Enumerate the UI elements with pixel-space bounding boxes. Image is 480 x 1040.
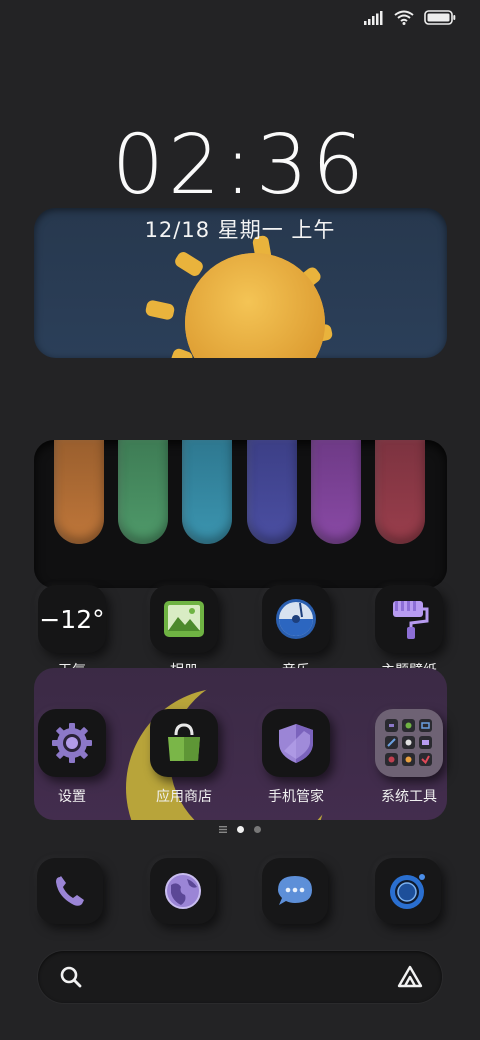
dock-phone[interactable] (37, 858, 103, 924)
app-store[interactable] (150, 709, 218, 777)
page-dot (254, 826, 261, 833)
gallery-icon (164, 601, 204, 637)
app-system-tools-folder[interactable] (375, 709, 443, 777)
page-dot-active (237, 826, 244, 833)
messages-icon (278, 876, 312, 905)
menu-lines-icon (219, 826, 227, 833)
signal-bars-icon (364, 10, 383, 25)
browser-globe-icon (165, 873, 201, 909)
status-bar (364, 10, 456, 25)
weather-temperature-icon: −12° (39, 604, 105, 634)
app-label-security: 手机管家 (268, 789, 324, 805)
app-weather[interactable]: −12° (38, 585, 106, 653)
app-settings[interactable] (38, 709, 106, 777)
tube-orange (54, 440, 104, 544)
color-tubes-widget[interactable] (34, 440, 447, 588)
security-shield-icon (279, 724, 313, 763)
system-tools-folder-icon (385, 719, 432, 766)
app-label-settings: 设置 (58, 789, 86, 805)
app-label-store: 应用商店 (156, 789, 212, 805)
clock-date: 12/18 星期一 上午 (144, 218, 336, 242)
camera-icon (390, 874, 425, 909)
clock-time[interactable]: 02:36 (0, 118, 480, 213)
tube-green (118, 440, 168, 544)
tube-purple (311, 440, 361, 544)
dock-browser[interactable] (150, 858, 216, 924)
app-label-system-tools: 系统工具 (381, 789, 437, 805)
tube-cyan (182, 440, 232, 544)
page-indicator[interactable] (0, 826, 480, 833)
app-gallery[interactable] (150, 585, 218, 653)
app-security[interactable] (262, 709, 330, 777)
app-themes[interactable] (375, 585, 443, 653)
tube-indigo (247, 440, 297, 544)
dock-messages[interactable] (262, 858, 328, 924)
phone-icon (56, 876, 84, 906)
app-store-bag-icon (168, 723, 200, 761)
dock-camera[interactable] (375, 858, 441, 924)
settings-gear-icon (52, 723, 92, 763)
app-music[interactable] (262, 585, 330, 653)
wifi-icon (394, 10, 414, 25)
music-icon (276, 599, 316, 639)
tube-red (375, 440, 425, 544)
search-bar[interactable] (38, 951, 442, 1003)
assistant-logo-icon[interactable] (396, 964, 424, 990)
search-icon[interactable] (59, 965, 83, 989)
battery-icon (424, 10, 456, 25)
theme-paint-roller-icon (393, 601, 429, 639)
